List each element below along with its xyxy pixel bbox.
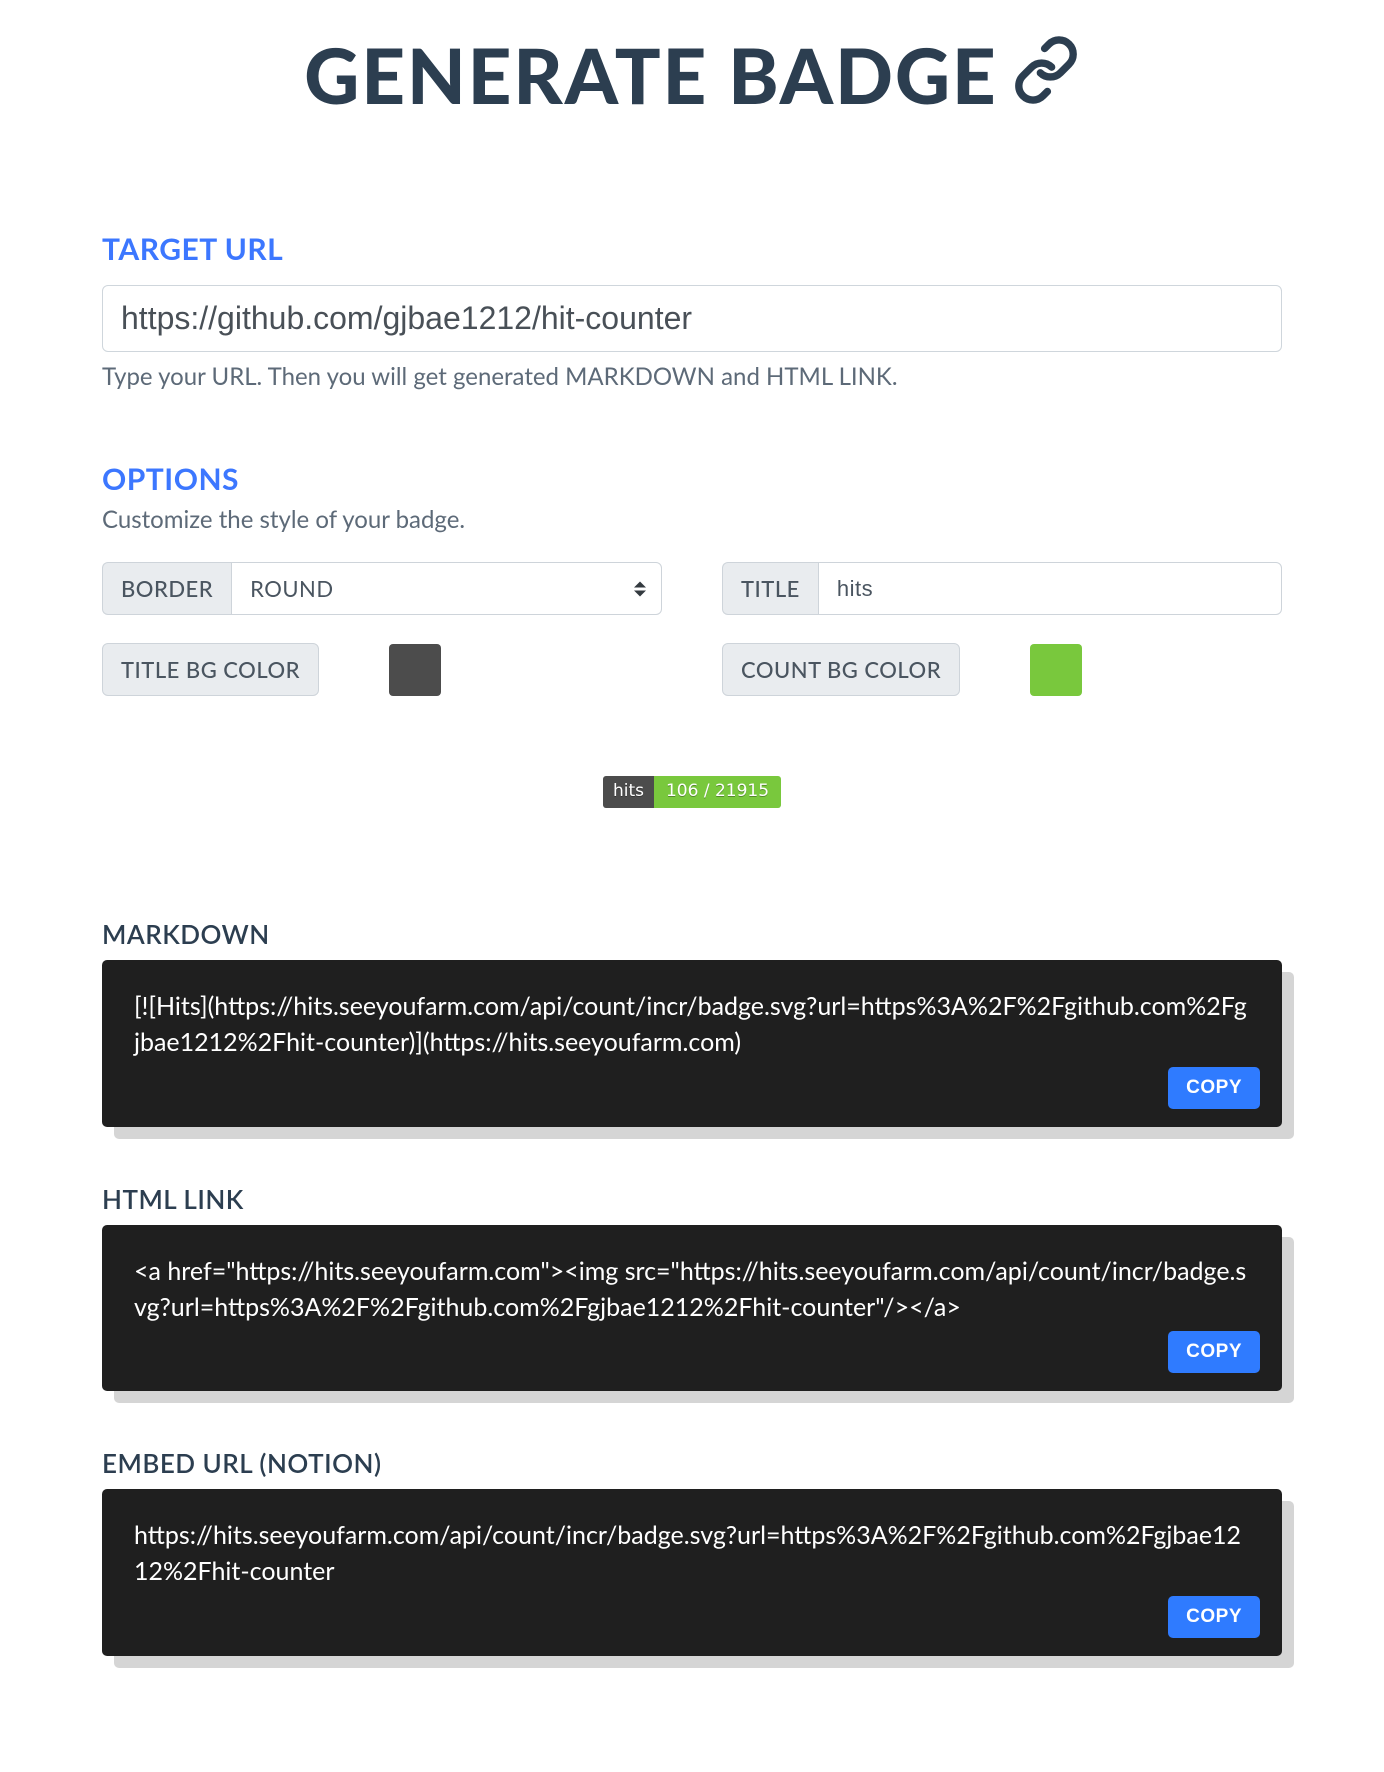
badge-preview: hits 106 / 21915 <box>102 776 1282 808</box>
title-bg-color-swatch[interactable] <box>389 644 441 696</box>
link-icon <box>1012 30 1080 121</box>
embed-output-section: EMBED URL (NOTION) https://hits.seeyoufa… <box>102 1447 1282 1656</box>
badge: hits 106 / 21915 <box>603 776 781 808</box>
copy-embed-button[interactable]: COPY <box>1168 1596 1260 1638</box>
target-url-heading: TARGET URL <box>102 231 1282 267</box>
embed-code[interactable]: https://hits.seeyoufarm.com/api/count/in… <box>134 1520 1241 1586</box>
border-label: BORDER <box>102 562 231 615</box>
html-code-box: <a href="https://hits.seeyoufarm.com"><i… <box>102 1225 1282 1392</box>
target-url-section: TARGET URL Type your URL. Then you will … <box>102 231 1282 391</box>
badge-count: 106 / 21915 <box>654 776 781 808</box>
title-input[interactable] <box>818 562 1282 615</box>
markdown-code[interactable]: [![Hits](https://hits.seeyoufarm.com/api… <box>134 991 1247 1057</box>
page-title-text: GENERATE BADGE <box>304 30 997 121</box>
badge-title: hits <box>603 776 654 808</box>
html-title: HTML LINK <box>102 1183 1282 1215</box>
page-title: GENERATE BADGE <box>304 30 1079 121</box>
target-url-input[interactable] <box>102 285 1282 352</box>
title-bg-label: TITLE BG COLOR <box>102 643 319 696</box>
html-output-section: HTML LINK <a href="https://hits.seeyoufa… <box>102 1183 1282 1392</box>
embed-code-box: https://hits.seeyoufarm.com/api/count/in… <box>102 1489 1282 1656</box>
options-section: OPTIONS Customize the style of your badg… <box>102 461 1282 696</box>
copy-markdown-button[interactable]: COPY <box>1168 1067 1260 1109</box>
count-bg-label: COUNT BG COLOR <box>722 643 960 696</box>
markdown-output-section: MARKDOWN [![Hits](https://hits.seeyoufar… <box>102 918 1282 1127</box>
copy-html-button[interactable]: COPY <box>1168 1331 1260 1373</box>
html-code[interactable]: <a href="https://hits.seeyoufarm.com"><i… <box>134 1256 1246 1322</box>
page-header: GENERATE BADGE <box>0 30 1384 121</box>
markdown-title: MARKDOWN <box>102 918 1282 950</box>
options-heading: OPTIONS <box>102 461 1282 497</box>
embed-title: EMBED URL (NOTION) <box>102 1447 1282 1479</box>
markdown-code-box: [![Hits](https://hits.seeyoufarm.com/api… <box>102 960 1282 1127</box>
count-bg-color-swatch[interactable] <box>1030 644 1082 696</box>
border-select[interactable]: ROUND <box>231 562 662 615</box>
title-label: TITLE <box>722 562 818 615</box>
target-url-hint: Type your URL. Then you will get generat… <box>102 362 1282 391</box>
options-hint: Customize the style of your badge. <box>102 505 1282 534</box>
